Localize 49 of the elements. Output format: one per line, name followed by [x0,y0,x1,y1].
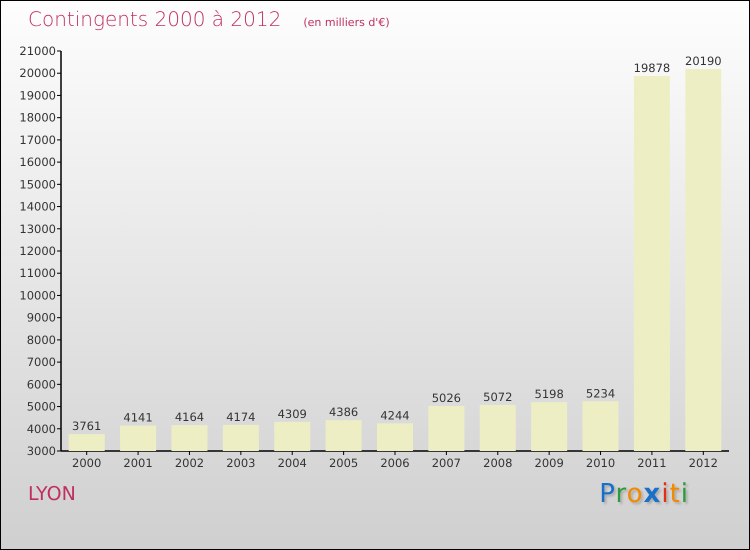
value-label: 5198 [534,387,564,402]
unit-label: (en milliers d'€) [303,16,390,29]
category-label: 2002 [174,456,204,470]
category-label: 2009 [534,456,564,470]
axis-tick-label: 16000 [19,155,56,170]
axis-tick-label: 17000 [19,132,56,147]
axis-tick-label: 10000 [19,288,56,302]
axis-tick-label: 12000 [19,244,56,258]
category-label: 2005 [328,456,358,470]
axis-tick-label: 15000 [19,177,56,192]
category-label: 2007 [432,456,462,470]
axis-tick-label: 13000 [19,222,56,236]
category-label: 2000 [72,456,102,470]
value-label: 5072 [483,390,512,404]
value-label: 20190 [685,54,722,68]
axis-tick-label: 5000 [26,400,56,414]
axis-tick-label: 3000 [26,444,56,458]
axis-tick-label: 6000 [26,377,56,392]
category-label: 2004 [278,456,307,470]
logo: Proxiti [599,479,689,509]
value-label: 4309 [278,406,307,421]
axis-tick-label: 8000 [26,332,56,347]
axis-tick-label: 11000 [19,266,56,280]
category-label: 2010 [586,456,616,470]
value-label: 5234 [586,386,616,400]
category-label: 2003 [226,456,256,470]
axis-tick-label: 20000 [19,66,56,80]
value-label: 4174 [226,410,256,424]
value-label: 4164 [174,410,204,424]
value-label: 3761 [72,419,102,434]
axis-tick-label: 14000 [19,200,56,214]
axis-tick-label: 7000 [26,355,56,370]
city-label: LYON [28,483,76,505]
value-label: 4141 [123,410,153,425]
category-label: 2012 [688,456,718,470]
axis-tick-label: 19000 [19,88,56,102]
value-label: 5026 [432,390,462,405]
axis-tick-label: 18000 [19,110,56,125]
value-label: 19878 [634,60,670,75]
category-label: 2008 [483,456,512,470]
category-label: 2001 [123,456,153,470]
axis-tick-label: 21000 [19,44,56,58]
value-label: 4386 [328,405,358,420]
chart-title: Contingents 2000 à 2012 [28,7,282,31]
value-label: 4244 [380,408,410,422]
category-label: 2011 [637,456,667,470]
axis-tick-label: 4000 [26,422,56,436]
axis-tick-label: 9000 [26,310,56,325]
category-label: 2006 [380,456,410,470]
